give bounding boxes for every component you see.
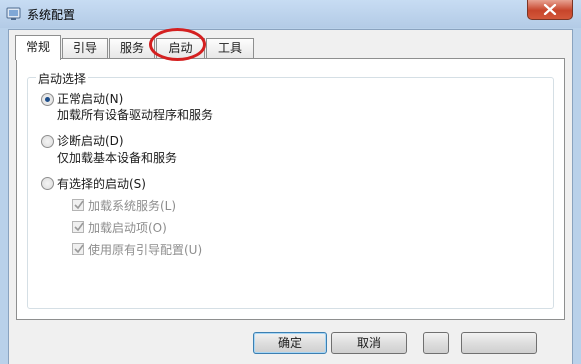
help-button-partial[interactable] [461,332,537,354]
diagnostic-startup-label[interactable]: 诊断启动(D) [57,132,124,149]
tab-label: 服务 [119,41,144,55]
checkmark-icon [74,200,84,210]
system-config-window: 系统配置 常规 引导 服务 启动 工具 启动选择 正常启动(N) 加载所有设备驱… [0,0,581,364]
dialog-body: 常规 引导 服务 启动 工具 启动选择 正常启动(N) 加载所有设备驱动程序和服… [8,29,573,364]
app-icon [6,7,21,20]
tab-label: 引导 [72,41,97,55]
window-title: 系统配置 [27,8,76,22]
ok-button[interactable]: 确定 [253,332,327,354]
startup-tab-highlight-circle [149,28,206,61]
radio-selected-dot [45,97,50,102]
selective-startup-radio[interactable] [41,177,54,190]
tab-label: 工具 [217,41,242,55]
normal-startup-radio[interactable] [41,93,54,106]
apply-button-partial[interactable] [423,332,449,354]
normal-startup-description: 加载所有设备驱动程序和服务 [57,108,214,122]
checkmark-icon [74,222,84,232]
close-button[interactable] [527,0,573,20]
load-startup-items-checkbox[interactable] [72,221,84,233]
diagnostic-startup-description: 仅加载基本设备和服务 [57,151,178,165]
tab-services[interactable]: 服务 [109,38,155,59]
load-system-services-checkbox[interactable] [72,199,84,211]
normal-startup-label[interactable]: 正常启动(N) [57,90,123,107]
checkmark-icon [74,244,84,254]
diagnostic-startup-radio[interactable] [41,135,54,148]
title-bar[interactable]: 系统配置 [0,0,581,28]
tab-boot[interactable]: 引导 [62,38,108,59]
cancel-button[interactable]: 取消 [331,332,407,354]
group-legend: 启动选择 [36,70,89,87]
button-label: 确定 [277,336,302,350]
use-original-boot-config-label: 使用原有引导配置(U) [88,243,203,257]
load-system-services-label: 加载系统服务(L) [88,199,177,213]
general-tab-panel: 启动选择 正常启动(N) 加载所有设备驱动程序和服务 诊断启动(D) 仅加载基本… [16,58,565,320]
close-icon [543,4,557,15]
selective-startup-label[interactable]: 有选择的启动(S) [57,175,146,192]
tab-general[interactable]: 常规 [15,35,61,60]
use-original-boot-config-checkbox[interactable] [72,243,84,255]
tab-tools[interactable]: 工具 [206,38,254,59]
button-label: 取消 [356,336,381,350]
load-startup-items-label: 加载启动项(O) [88,221,167,235]
tab-label: 常规 [25,40,50,54]
